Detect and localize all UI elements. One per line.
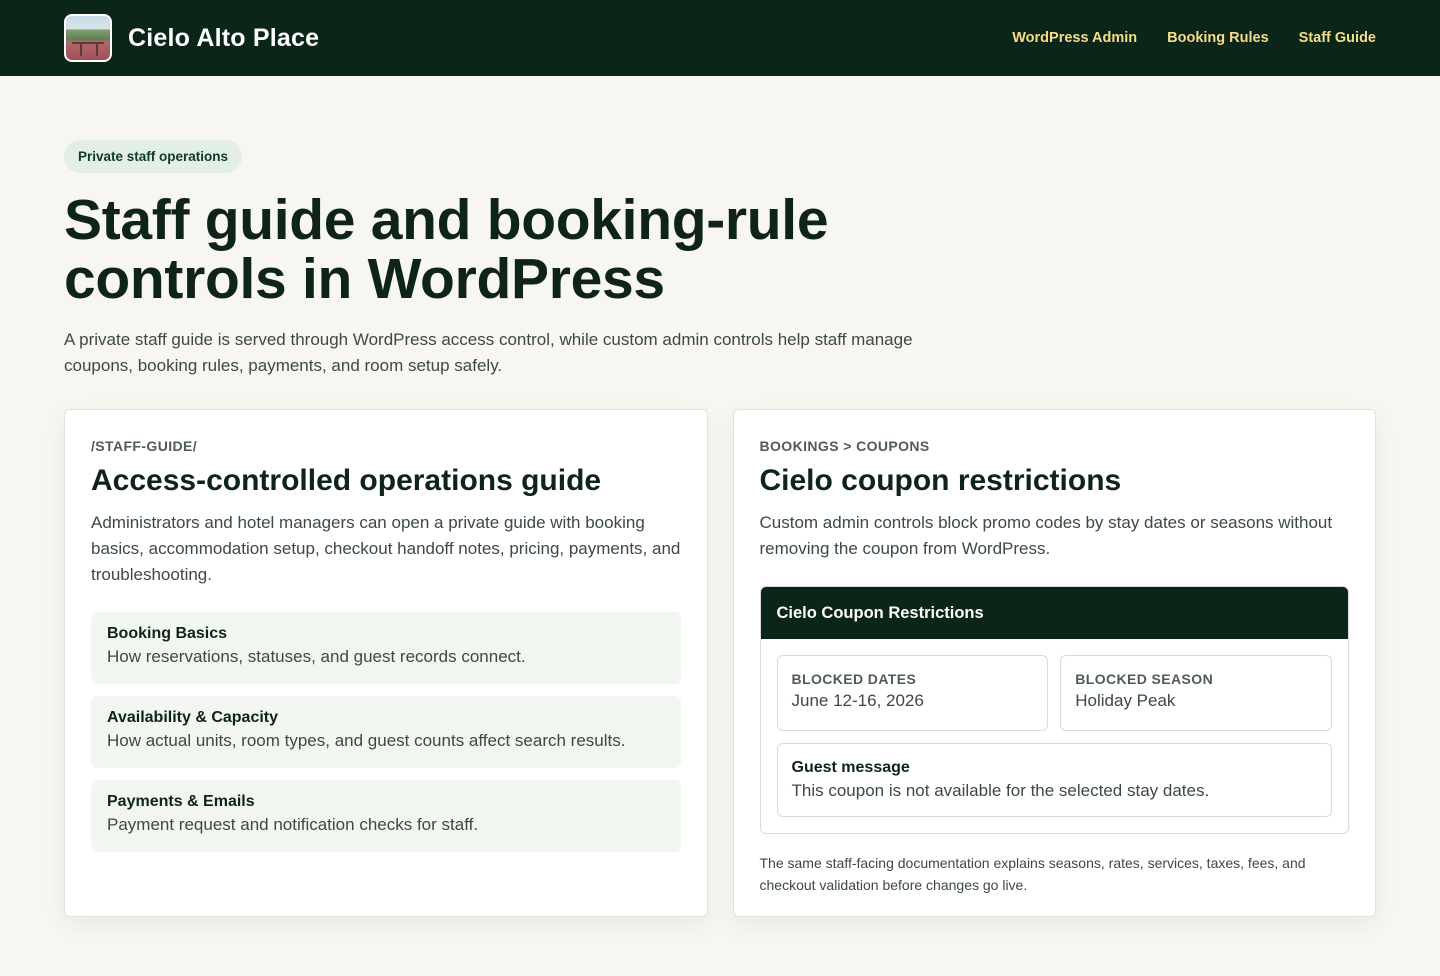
guide-topic-desc: Payment request and notification checks …: [107, 815, 479, 834]
blocked-dates-field[interactable]: BLOCKED DATES June 12-16, 2026: [776, 655, 1049, 731]
brand[interactable]: Cielo Alto Place: [64, 14, 319, 62]
panel-title: Cielo Coupon Restrictions: [760, 587, 1348, 639]
main-nav: WordPress Admin Booking Rules Staff Guid…: [1012, 30, 1376, 46]
guide-topic-desc: How actual units, room types, and guest …: [107, 731, 626, 750]
field-label: BLOCKED SEASON: [1075, 671, 1214, 687]
card-grid: /STAFF-GUIDE/ Access-controlled operatio…: [0, 379, 1440, 917]
nav-staff-guide[interactable]: Staff Guide: [1299, 30, 1376, 46]
blocked-season-field[interactable]: BLOCKED SEASON Holiday Peak: [1060, 655, 1332, 731]
guide-topic-booking-basics[interactable]: Booking Basics How reservations, statuse…: [91, 612, 681, 684]
field-value: This coupon is not available for the sel…: [791, 781, 1210, 800]
nav-booking-rules[interactable]: Booking Rules: [1167, 30, 1269, 46]
guide-topic-desc: How reservations, statuses, and guest re…: [107, 647, 526, 666]
guide-topic-availability[interactable]: Availability & Capacity How actual units…: [91, 696, 681, 768]
guide-topic-title: Payments & Emails: [107, 793, 255, 810]
card-title: Cielo coupon restrictions: [759, 464, 1122, 497]
panel-body: BLOCKED DATES June 12-16, 2026 BLOCKED S…: [761, 639, 1349, 833]
staff-guide-card: /STAFF-GUIDE/ Access-controlled operatio…: [64, 409, 708, 917]
coupon-restrictions-panel: Cielo Coupon Restrictions BLOCKED DATES …: [759, 586, 1349, 834]
guest-message-field[interactable]: Guest message This coupon is not availab…: [776, 743, 1332, 817]
top-bar: Cielo Alto Place WordPress Admin Booking…: [0, 0, 1440, 76]
card-title: Access-controlled operations guide: [91, 464, 602, 497]
field-value: Holiday Peak: [1075, 691, 1176, 710]
card-eyebrow: /STAFF-GUIDE/: [91, 438, 198, 454]
guide-topic-payments[interactable]: Payments & Emails Payment request and no…: [91, 780, 681, 852]
restriction-fields: BLOCKED DATES June 12-16, 2026 BLOCKED S…: [776, 655, 1332, 731]
brand-name[interactable]: Cielo Alto Place: [128, 24, 319, 53]
guide-topic-title: Availability & Capacity: [107, 709, 279, 726]
page-lede: A private staff guide is served through …: [64, 330, 913, 375]
field-label: Guest message: [791, 759, 910, 776]
breadcrumb: BOOKINGS > COUPONS: [759, 438, 930, 454]
card-description: Administrators and hotel managers can op…: [91, 513, 681, 584]
guide-topic-list: Booking Basics How reservations, statuse…: [91, 612, 681, 852]
hero: Private staff operations Staff guide and…: [0, 76, 1440, 379]
coupon-card: BOOKINGS > COUPONS Cielo coupon restrict…: [732, 409, 1376, 917]
card-description: Custom admin controls block promo codes …: [759, 513, 1333, 558]
hotel-photo-icon: [64, 14, 112, 62]
field-value: June 12-16, 2026: [791, 691, 924, 710]
guide-topic-title: Booking Basics: [107, 625, 228, 642]
nav-wordpress-admin[interactable]: WordPress Admin: [1012, 30, 1137, 46]
private-badge: Private staff operations: [64, 140, 243, 173]
field-label: BLOCKED DATES: [791, 671, 917, 687]
card-note: The same staff-facing documentation expl…: [759, 855, 1306, 893]
page-title: Staff guide and booking-rule controls in…: [64, 188, 829, 311]
